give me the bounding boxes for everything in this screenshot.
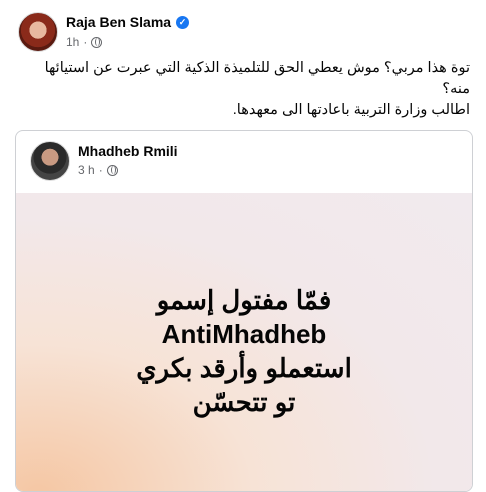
card-text-line: تو تتحسّن	[192, 387, 296, 417]
verified-badge-icon: ✓	[176, 15, 190, 29]
post-text-line: اطالب وزارة التربية باعادتها الى معهدها.	[232, 102, 470, 118]
shared-post-meta: 3 h ·	[78, 163, 118, 177]
meta-separator: ·	[83, 35, 88, 49]
globe-icon	[91, 36, 103, 48]
card-text-line: AntiMhadheb	[161, 319, 327, 349]
author-avatar[interactable]	[18, 12, 58, 52]
author-name-row: Raja Ben Slama ✓	[66, 14, 190, 30]
meta-separator: ·	[98, 163, 103, 177]
shared-author-name[interactable]: Mhadheb Rmili	[78, 143, 178, 159]
card-text: فمّا مفتول إسمو AntiMhadheb استعملو وأرق…	[16, 283, 472, 419]
shared-post-header: Mhadheb Rmili 3 h ·	[16, 131, 472, 191]
text-background-card: فمّا مفتول إسمو AntiMhadheb استعملو وأرق…	[16, 193, 472, 491]
shared-post-time[interactable]: 3 h	[78, 163, 95, 177]
post-header: Raja Ben Slama ✓ 1h ·	[18, 10, 478, 54]
globe-icon	[106, 164, 118, 176]
author-name[interactable]: Raja Ben Slama	[66, 14, 171, 30]
post-text-line: منه؟	[442, 81, 470, 97]
post-time[interactable]: 1h	[66, 35, 79, 49]
post-text-line: توة هذا مربي؟ موش يعطي الحق للتلميذة الذ…	[44, 60, 470, 76]
card-text-line: استعملو وأرقد بكري	[136, 353, 352, 383]
post-text: توة هذا مربي؟ موش يعطي الحق للتلميذة الذ…	[30, 58, 470, 121]
card-text-line: فمّا مفتول إسمو	[156, 285, 332, 315]
post-meta: 1h ·	[66, 35, 103, 49]
shared-author-avatar[interactable]	[30, 141, 70, 181]
shared-post[interactable]: Mhadheb Rmili 3 h · فمّا مفتول إسمو Anti…	[15, 130, 473, 492]
